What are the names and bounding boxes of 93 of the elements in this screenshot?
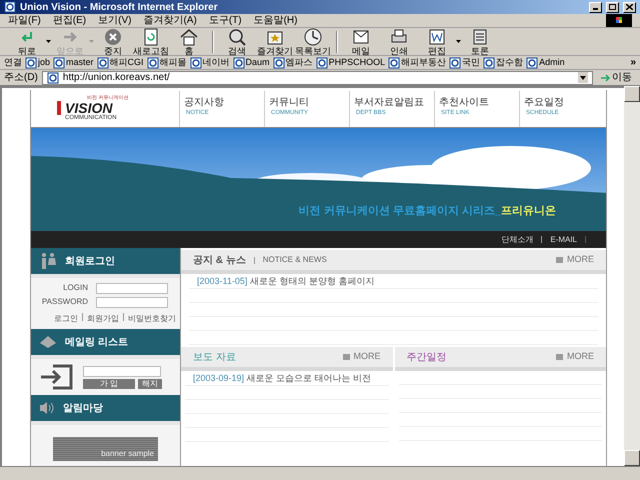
link-button[interactable]: 해피CGI xyxy=(96,56,144,70)
toolbar-button[interactable]: 편집 xyxy=(418,27,456,56)
link-button[interactable]: 잡수함 xyxy=(483,56,524,70)
toolbar-button[interactable]: 메일 xyxy=(342,27,380,56)
input-field[interactable] xyxy=(96,282,168,294)
history-icon xyxy=(303,27,323,47)
section-title: 메일링 리스트 xyxy=(65,336,128,350)
address-value: http://union.koreavs.net/ xyxy=(62,71,171,85)
menu-item[interactable]: 편집(E) xyxy=(52,13,86,28)
edit-icon xyxy=(427,27,447,47)
menu-item[interactable]: 도움말(H) xyxy=(254,13,298,28)
page-icon xyxy=(25,56,37,68)
page-icon xyxy=(449,56,462,68)
toolbar-button[interactable]: 즐겨찾기 xyxy=(256,27,294,56)
people-icon xyxy=(39,252,57,270)
page-icon xyxy=(388,56,400,68)
toolbar-button[interactable]: 인쇄 xyxy=(380,27,418,56)
dropdown-caret-icon xyxy=(578,72,588,83)
list-item[interactable]: [2003-09-19] 새로운 모습으로 태어나는 비전 xyxy=(185,371,388,386)
toolbar-button[interactable]: 목록보기 xyxy=(294,27,332,56)
windows-logo-icon xyxy=(606,14,632,27)
more-links-button[interactable]: » xyxy=(630,55,636,70)
banner-brand: 프리유니온 xyxy=(501,204,556,216)
top-link[interactable]: E-MAIL xyxy=(550,234,577,246)
toolbar-button[interactable]: 뒤로 xyxy=(8,27,46,56)
menu-item[interactable]: 즐겨찾기(A) xyxy=(143,13,197,28)
field-label: LOGIN xyxy=(63,282,88,294)
page-icon xyxy=(316,56,328,68)
page-icon xyxy=(46,72,59,84)
section-title: 공지 & 뉴스 xyxy=(193,254,246,268)
menu-item[interactable]: 파일(F) xyxy=(8,13,41,28)
link-button[interactable]: 해피부동산 xyxy=(388,56,446,70)
search-icon xyxy=(227,27,247,47)
toolbar-button[interactable]: 토론 xyxy=(461,27,499,56)
link-button[interactable]: PHPSCHOOL xyxy=(316,56,386,70)
speaker-icon xyxy=(39,401,55,415)
page-icon xyxy=(272,56,285,68)
window-title: Union Vision - Microsoft Internet Explorer xyxy=(20,0,219,14)
section-title: 회원로그인 xyxy=(65,254,115,268)
more-link[interactable]: MORE xyxy=(556,253,594,267)
stop-icon xyxy=(103,27,123,47)
maximize-icon xyxy=(609,4,616,10)
email-field[interactable] xyxy=(83,366,161,376)
page-icon xyxy=(4,1,16,13)
link-button[interactable]: master xyxy=(53,56,94,70)
menu-item[interactable]: 보기(V) xyxy=(98,13,132,28)
list-item[interactable]: [2003-11-05] 새로운 형태의 분양형 홈페이지 xyxy=(189,274,598,289)
page-icon xyxy=(190,56,202,68)
page-icon xyxy=(232,56,245,68)
link-button[interactable]: job xyxy=(25,56,50,70)
toolbar-button[interactable]: 새로고침 xyxy=(132,27,170,56)
field-label: PASSWORD xyxy=(42,296,88,308)
close-button[interactable] xyxy=(623,2,636,12)
section-title: 주간일정 xyxy=(406,350,446,364)
links-label: 연결 xyxy=(4,56,22,69)
section-title: 보도 자료 xyxy=(193,350,236,364)
banner-slogan: 비전 커뮤니케이션 무료홈페이지 시리즈_ xyxy=(298,204,501,216)
login-link[interactable]: 로그인 xyxy=(54,313,78,325)
page-icon xyxy=(526,56,538,68)
home-icon xyxy=(179,27,199,47)
maximize-button[interactable] xyxy=(606,2,619,12)
scrollbar[interactable] xyxy=(624,86,640,466)
link-button[interactable]: 네이버 xyxy=(190,56,230,70)
top-link[interactable]: 단체소개 xyxy=(501,234,534,246)
mailing-button[interactable]: 가 입 xyxy=(83,378,135,388)
go-arrow-icon xyxy=(601,74,610,82)
link-button[interactable]: 엠파스 xyxy=(272,56,313,70)
login-link[interactable]: 회원가입 xyxy=(87,313,119,325)
page-icon xyxy=(96,56,109,68)
toolbar-button[interactable]: 중지 xyxy=(94,27,132,56)
page-icon xyxy=(146,56,159,68)
section-subtitle: NOTICE & NEWS xyxy=(262,254,328,266)
link-button[interactable]: 국민 xyxy=(449,56,480,70)
go-button[interactable]: 이동 xyxy=(597,70,636,85)
toolbar-button[interactable]: 홈 xyxy=(170,27,208,56)
enter-arrow-icon xyxy=(39,363,75,391)
section-title: 알림마당 xyxy=(63,402,103,416)
close-icon xyxy=(626,4,633,10)
address-field[interactable]: http://union.koreavs.net/ xyxy=(42,70,593,84)
link-button[interactable]: Admin xyxy=(526,56,565,70)
menu-item[interactable]: 도구(T) xyxy=(208,13,242,28)
mailing-button[interactable]: 해지 xyxy=(138,378,162,388)
login-link[interactable]: 비밀번호찾기 xyxy=(128,313,176,325)
link-button[interactable]: 해피몰 xyxy=(146,56,187,70)
link-button[interactable]: Daum xyxy=(232,56,270,70)
more-link[interactable]: MORE xyxy=(556,350,594,364)
toolbar-button[interactable]: 검색 xyxy=(218,27,256,56)
page-icon xyxy=(53,56,66,68)
address-label: 주소(D) xyxy=(4,71,38,85)
more-link[interactable]: MORE xyxy=(342,350,380,364)
page-icon xyxy=(483,56,496,68)
minimize-button[interactable] xyxy=(589,2,602,12)
input-field[interactable] xyxy=(96,296,168,308)
